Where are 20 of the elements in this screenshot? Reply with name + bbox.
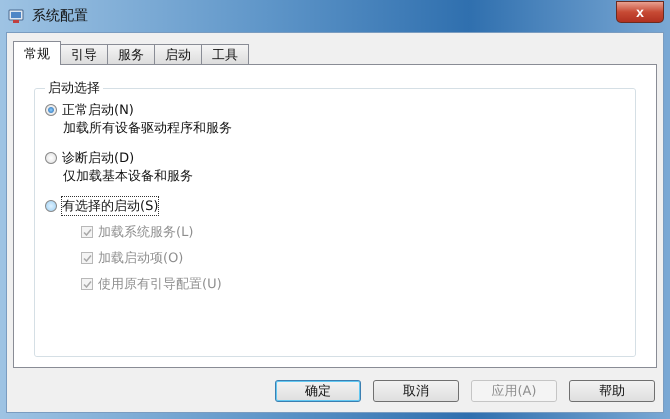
tab[interactable]: 引导 bbox=[60, 44, 108, 65]
dialog-button[interactable]: 确定 bbox=[275, 380, 361, 402]
radio-button[interactable] bbox=[45, 152, 57, 164]
tab[interactable]: 服务 bbox=[107, 44, 155, 65]
dialog-button[interactable]: 取消 bbox=[373, 380, 459, 402]
radio-label[interactable]: 诊断启动(D) bbox=[62, 149, 134, 167]
app-icon bbox=[8, 8, 24, 24]
radio-label[interactable]: 有选择的启动(S) bbox=[62, 197, 158, 215]
radio-button[interactable] bbox=[45, 104, 57, 116]
group-title: 启动选择 bbox=[47, 80, 101, 97]
radio-label[interactable]: 正常启动(N) bbox=[62, 101, 134, 119]
radio-button[interactable] bbox=[45, 200, 57, 212]
option-description: 加载所有设备驱动程序和服务 bbox=[63, 120, 233, 137]
dialog-button[interactable]: 帮助 bbox=[569, 380, 655, 402]
tab[interactable]: 启动 bbox=[154, 44, 202, 65]
tab[interactable]: 常规 bbox=[13, 41, 61, 65]
window-title: 系统配置 bbox=[32, 7, 89, 25]
close-button[interactable]: x bbox=[616, 1, 664, 23]
option-description: 仅加载基本设备和服务 bbox=[63, 168, 194, 185]
tab[interactable]: 工具 bbox=[201, 44, 249, 65]
